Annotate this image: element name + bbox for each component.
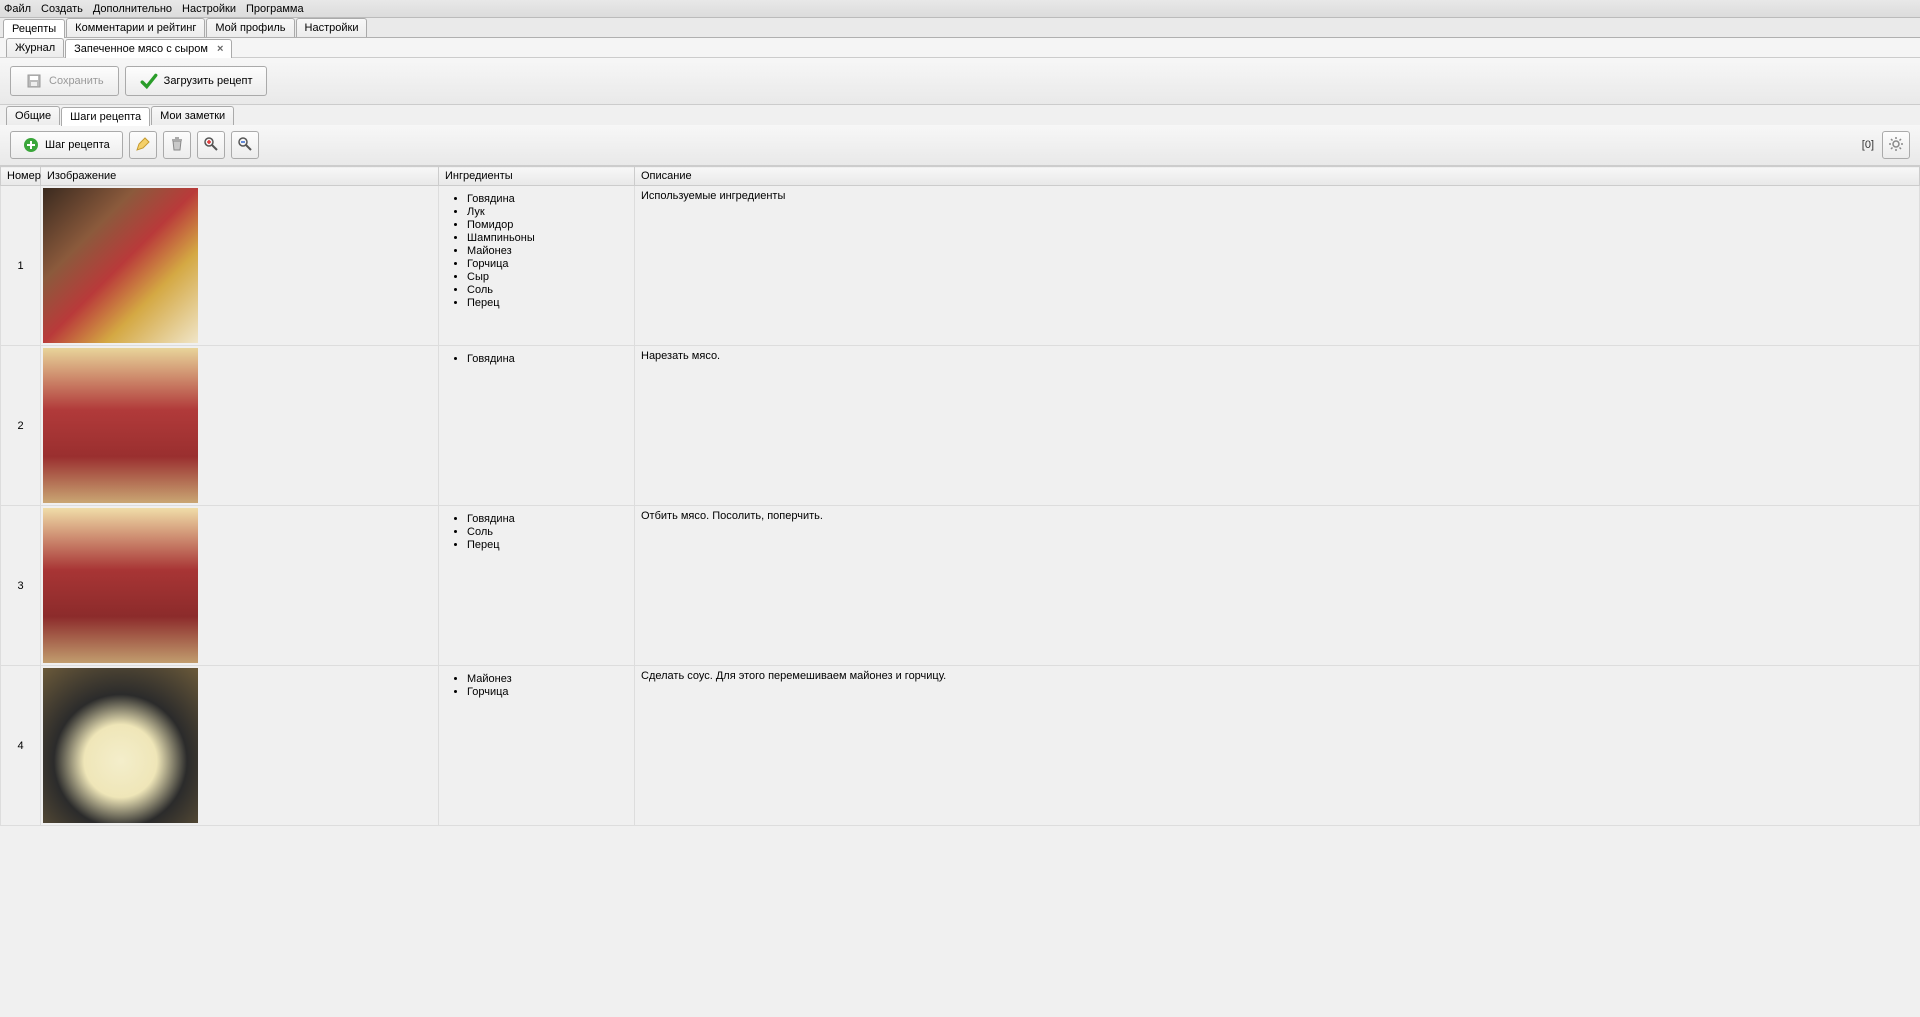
step-ingredients-cell: Говядина <box>439 346 635 506</box>
step-image-cell <box>41 666 439 826</box>
zoom-in-button[interactable] <box>197 131 225 159</box>
section-tabstrip: Общие Шаги рецепта Мои заметки <box>0 105 1920 125</box>
subtab-recipe[interactable]: Запеченное мясо с сыром × <box>65 39 232 58</box>
pencil-icon <box>135 136 151 155</box>
zoom-out-icon <box>237 136 253 155</box>
ingredient-item: Помидор <box>467 219 624 231</box>
ingredient-item: Говядина <box>467 513 624 525</box>
step-number: 3 <box>1 506 41 666</box>
table-row[interactable]: 4МайонезГорчицаСделать соус. Для этого п… <box>1 666 1920 826</box>
menu-program[interactable]: Программа <box>246 3 304 15</box>
tab-comments-label: Комментарии и рейтинг <box>75 22 196 34</box>
zoom-in-icon <box>203 136 219 155</box>
section-tab-general[interactable]: Общие <box>6 106 60 125</box>
table-row[interactable]: 1 ГовядинаЛукПомидорШампиньоныМайонезГорч… <box>1 186 1920 346</box>
subtab-recipe-label: Запеченное мясо с сыром <box>74 43 208 55</box>
menu-file[interactable]: Файл <box>4 3 31 15</box>
trash-icon <box>169 136 185 155</box>
tab-profile[interactable]: Мой профиль <box>206 18 294 37</box>
check-icon <box>140 72 158 90</box>
section-tab-steps-label: Шаги рецепта <box>70 111 141 123</box>
step-description-cell: Сделать соус. Для этого перемешиваем май… <box>635 666 1920 826</box>
menu-extra[interactable]: Дополнительно <box>93 3 172 15</box>
ingredient-item: Майонез <box>467 245 624 257</box>
edit-button[interactable] <box>129 131 157 159</box>
col-header-num[interactable]: Номер <box>1 167 41 186</box>
zoom-out-button[interactable] <box>231 131 259 159</box>
gear-icon <box>1888 136 1904 155</box>
settings-button[interactable] <box>1882 131 1910 159</box>
tab-recipes-label: Рецепты <box>12 23 56 35</box>
save-button-label: Сохранить <box>49 75 104 87</box>
step-ingredients-cell: ГовядинаЛукПомидорШампиньоныМайонезГорчи… <box>439 186 635 346</box>
main-tabstrip: Рецепты Комментарии и рейтинг Мой профил… <box>0 18 1920 38</box>
selection-counter: [0] <box>1862 139 1874 151</box>
step-image[interactable] <box>43 188 198 343</box>
col-header-desc[interactable]: Описание <box>635 167 1920 186</box>
step-image-cell <box>41 186 439 346</box>
step-description-cell: Отбить мясо. Посолить, поперчить. <box>635 506 1920 666</box>
ingredient-item: Соль <box>467 284 624 296</box>
close-icon[interactable]: × <box>217 43 223 55</box>
subtab-journal-label: Журнал <box>15 42 55 54</box>
step-image-cell <box>41 506 439 666</box>
col-header-img[interactable]: Изображение <box>41 167 439 186</box>
ingredient-item: Горчица <box>467 686 624 698</box>
ingredient-item: Соль <box>467 526 624 538</box>
ingredient-item: Майонез <box>467 673 624 685</box>
ingredient-item: Лук <box>467 206 624 218</box>
ingredient-item: Говядина <box>467 193 624 205</box>
plus-icon <box>23 137 39 153</box>
steps-table-scroll[interactable]: Номер Изображение Ингредиенты Описание 1… <box>0 166 1920 1017</box>
step-ingredients-cell: ГовядинаСольПерец <box>439 506 635 666</box>
section-tab-notes-label: Мои заметки <box>160 110 225 122</box>
tab-recipes[interactable]: Рецепты <box>3 19 65 38</box>
step-image[interactable] <box>43 348 198 503</box>
step-number: 2 <box>1 346 41 506</box>
ingredient-item: Сыр <box>467 271 624 283</box>
step-toolbar: Шаг рецепта [0] <box>0 125 1920 165</box>
step-number: 4 <box>1 666 41 826</box>
step-number: 1 <box>1 186 41 346</box>
step-description-cell: Нарезать мясо. <box>635 346 1920 506</box>
steps-table-wrap: Номер Изображение Ингредиенты Описание 1… <box>0 165 1920 1017</box>
ingredient-item: Шампиньоны <box>467 232 624 244</box>
section-tab-general-label: Общие <box>15 110 51 122</box>
menu-settings[interactable]: Настройки <box>182 3 236 15</box>
ingredient-item: Перец <box>467 539 624 551</box>
step-ingredients-cell: МайонезГорчица <box>439 666 635 826</box>
save-icon <box>25 72 43 90</box>
step-image-cell <box>41 346 439 506</box>
upload-recipe-label: Загрузить рецепт <box>164 75 253 87</box>
table-row[interactable]: 2 Говядина Нарезать мясо. <box>1 346 1920 506</box>
tab-settings2[interactable]: Настройки <box>296 18 368 37</box>
menu-create[interactable]: Создать <box>41 3 83 15</box>
ingredient-item: Перец <box>467 297 624 309</box>
tab-settings2-label: Настройки <box>305 22 359 34</box>
main-menubar: Файл Создать Дополнительно Настройки Про… <box>0 0 1920 18</box>
add-step-label: Шаг рецепта <box>45 139 110 151</box>
col-header-ing[interactable]: Ингредиенты <box>439 167 635 186</box>
section-tab-steps[interactable]: Шаги рецепта <box>61 107 150 126</box>
subtab-journal[interactable]: Журнал <box>6 38 64 57</box>
save-button[interactable]: Сохранить <box>10 66 119 96</box>
delete-button[interactable] <box>163 131 191 159</box>
tab-profile-label: Мой профиль <box>215 22 285 34</box>
recipe-toolbar: Сохранить Загрузить рецепт <box>0 58 1920 105</box>
upload-recipe-button[interactable]: Загрузить рецепт <box>125 66 268 96</box>
steps-table: Номер Изображение Ингредиенты Описание 1… <box>0 166 1920 826</box>
step-description-cell: Используемые ингредиенты <box>635 186 1920 346</box>
step-image[interactable] <box>43 508 198 663</box>
add-step-button[interactable]: Шаг рецепта <box>10 131 123 159</box>
section-tab-notes[interactable]: Мои заметки <box>151 106 234 125</box>
sub-tabstrip: Журнал Запеченное мясо с сыром × <box>0 38 1920 58</box>
tab-comments[interactable]: Комментарии и рейтинг <box>66 18 205 37</box>
ingredient-item: Горчица <box>467 258 624 270</box>
table-row[interactable]: 3ГовядинаСольПерецОтбить мясо. Посолить,… <box>1 506 1920 666</box>
step-image[interactable] <box>43 668 198 823</box>
ingredient-item: Говядина <box>467 353 624 365</box>
